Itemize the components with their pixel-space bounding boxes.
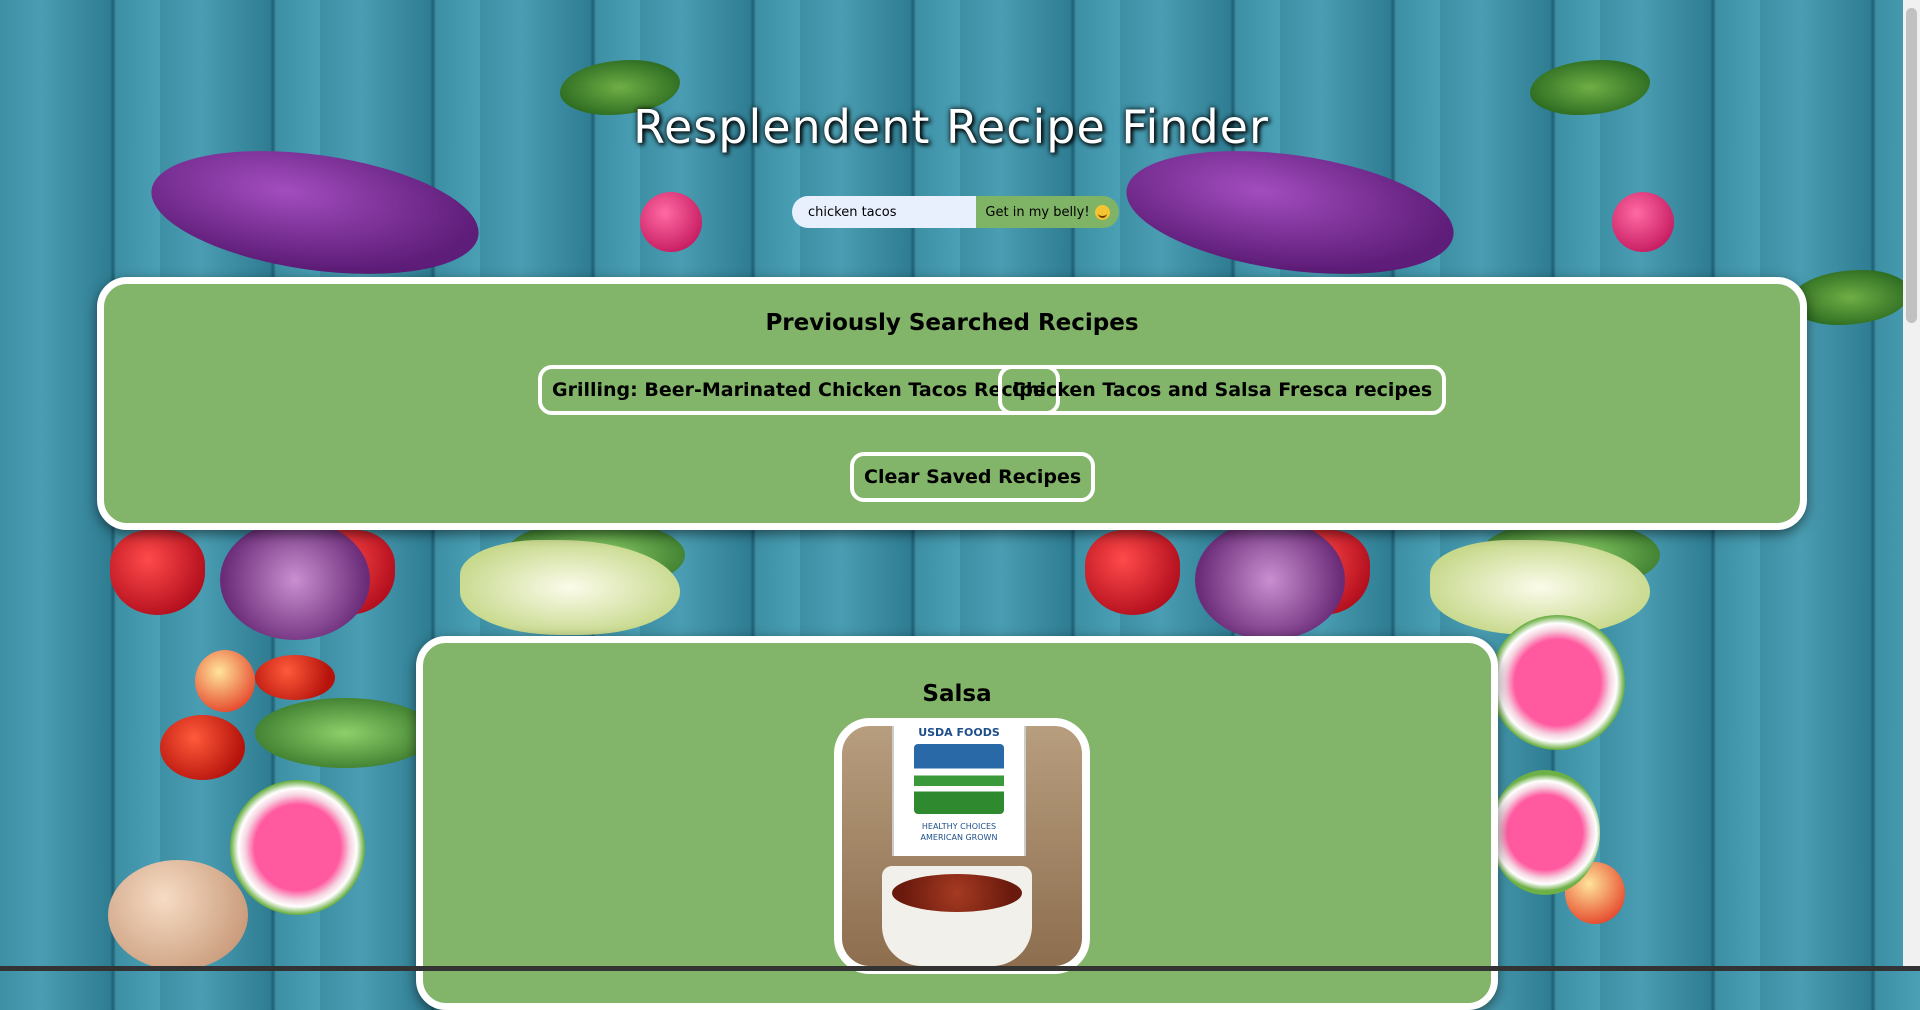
history-heading: Previously Searched Recipes	[765, 310, 1139, 336]
eggplant-decoration	[1118, 132, 1462, 293]
usda-sign: USDA FOODS HEALTHY CHOICES AMERICAN GROW…	[892, 726, 1026, 856]
cabbage-decoration	[220, 520, 370, 640]
scrollbar-thumb[interactable]	[1906, 8, 1917, 323]
eggplant-decoration	[143, 132, 487, 293]
strawberry-decoration	[1085, 530, 1180, 615]
strawberry-decoration	[110, 530, 205, 615]
window-bottom-edge	[0, 966, 1920, 971]
tomato-decoration	[255, 655, 335, 700]
search-button-label: Get in my belly!	[985, 204, 1090, 220]
history-item[interactable]: Chicken Tacos and Salsa Fresca recipes	[998, 365, 1447, 415]
page-scrollbar[interactable]	[1903, 0, 1920, 971]
usda-sign-subtitle: HEALTHY CHOICES AMERICAN GROWN	[894, 821, 1024, 843]
clear-saved-button[interactable]: Clear Saved Recipes	[850, 452, 1096, 502]
cherry-decoration	[195, 650, 255, 712]
search-history-panel: Previously Searched Recipes Grilling: Be…	[97, 277, 1807, 530]
smiling-face-icon	[1094, 204, 1110, 220]
page-title: Resplendent Recipe Finder	[633, 100, 1269, 154]
leaf-decoration	[1790, 270, 1910, 325]
radish-decoration	[640, 192, 702, 252]
search-bar: Get in my belly!	[792, 196, 1119, 228]
watermelon-radish-decoration	[1490, 615, 1625, 750]
cucumber-decoration	[255, 698, 435, 768]
egg-decoration	[108, 860, 248, 970]
usda-logo-icon	[914, 744, 1004, 814]
search-button[interactable]: Get in my belly!	[976, 196, 1119, 228]
usda-sign-subtitle-line1: HEALTHY CHOICES	[921, 822, 997, 831]
tomato-decoration	[160, 715, 245, 780]
recipe-image[interactable]: USDA FOODS HEALTHY CHOICES AMERICAN GROW…	[834, 718, 1090, 974]
recipe-title: Salsa	[922, 681, 992, 707]
recipe-card: Salsa USDA FOODS HEALTHY CHOICES AMERICA…	[416, 636, 1498, 1010]
usda-sign-subtitle-line2: AMERICAN GROWN	[920, 833, 998, 842]
search-input[interactable]	[792, 196, 976, 228]
radish-decoration	[1612, 192, 1674, 252]
salsa-bowl	[882, 866, 1032, 966]
usda-sign-title: USDA FOODS	[918, 726, 1000, 739]
cabbage-decoration	[1195, 520, 1345, 640]
watermelon-radish-decoration	[230, 780, 365, 915]
history-item[interactable]: Grilling: Beer-Marinated Chicken Tacos R…	[538, 365, 1060, 415]
watermelon-radish-decoration	[1490, 770, 1600, 895]
